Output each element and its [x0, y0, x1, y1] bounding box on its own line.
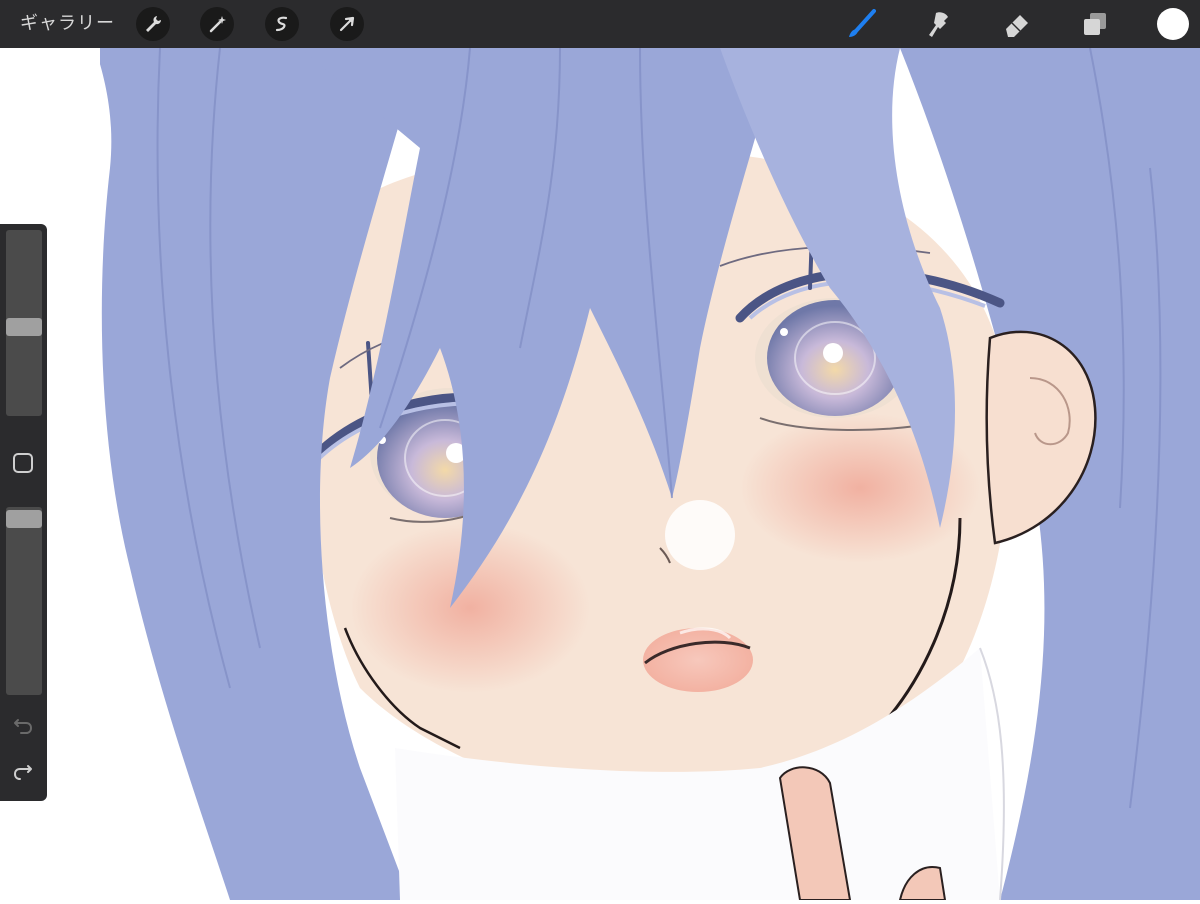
selection-icon — [275, 16, 288, 32]
lips — [643, 628, 753, 692]
top-toolbar: ギャラリー — [0, 0, 1200, 48]
redo-button[interactable] — [8, 756, 38, 786]
side-toolbar — [0, 224, 47, 801]
magic-wand-icon — [209, 16, 226, 33]
actions-button[interactable] — [136, 7, 170, 41]
adjustments-button[interactable] — [200, 7, 234, 41]
undo-icon — [14, 719, 32, 734]
selection-button[interactable] — [265, 7, 299, 41]
brush-icon — [849, 9, 876, 37]
drawing-canvas[interactable] — [0, 47, 1200, 901]
nose-highlight — [665, 500, 735, 570]
layers-icon — [1084, 13, 1106, 35]
smudge-tool-button[interactable] — [923, 8, 955, 40]
eraser-tool-button[interactable] — [1001, 8, 1033, 40]
undo-button[interactable] — [8, 710, 38, 740]
brush-size-slider[interactable] — [6, 230, 42, 416]
brush-tool-button[interactable] — [845, 8, 877, 40]
gallery-button[interactable]: ギャラリー — [20, 0, 115, 48]
color-button[interactable] — [1157, 8, 1189, 40]
opacity-handle[interactable] — [6, 510, 42, 528]
wrench-icon — [146, 16, 162, 32]
layers-button[interactable] — [1079, 8, 1111, 40]
redo-icon — [14, 765, 32, 780]
opacity-slider[interactable] — [6, 507, 42, 695]
smudge-icon — [929, 12, 948, 38]
brush-size-handle[interactable] — [6, 318, 42, 336]
modify-button-icon — [13, 453, 33, 473]
artwork — [0, 47, 1200, 901]
transform-button[interactable] — [330, 7, 364, 41]
eraser-icon — [1006, 15, 1028, 37]
modify-button[interactable] — [8, 448, 38, 478]
transform-arrow-icon — [339, 16, 355, 32]
